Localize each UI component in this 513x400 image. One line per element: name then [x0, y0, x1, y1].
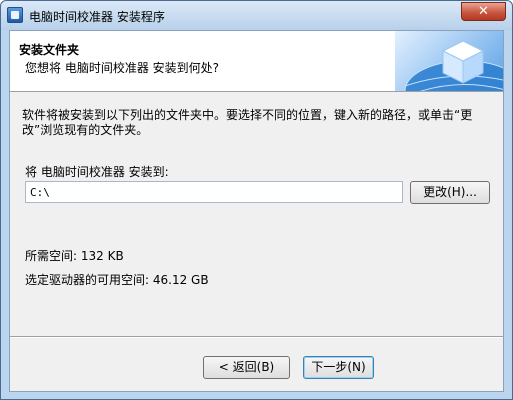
description-text: 软件将被安装到以下列出的文件夹中。要选择不同的位置，键入新的路径，或单击“更改”… [22, 108, 473, 137]
window-title: 电脑时间校准器 安装程序 [29, 10, 165, 24]
close-icon: ✕ [478, 4, 489, 19]
dialog-client-area: 安装文件夹 您想将 电脑时间校准器 安装到何处? 软件将被安装到以下列出的文件夹… [9, 30, 504, 392]
installer-app-icon [7, 7, 23, 23]
title-bar[interactable]: 电脑时间校准器 安装程序 ✕ [1, 1, 512, 30]
next-button[interactable]: 下一步(N) [303, 356, 374, 379]
close-button[interactable]: ✕ [461, 2, 506, 21]
header-title: 安装文件夹 [19, 43, 80, 57]
change-folder-button[interactable]: 更改(H)... [410, 181, 490, 204]
installer-window: 电脑时间校准器 安装程序 ✕ 安装文件夹 您想将 电脑时间校准器 安装到何处? … [0, 0, 513, 400]
install-path-input[interactable] [25, 181, 403, 203]
wizard-header: 安装文件夹 您想将 电脑时间校准器 安装到何处? [10, 31, 503, 92]
available-space-text: 选定驱动器的可用空间: 46.12 GB [25, 273, 209, 287]
footer-divider [10, 336, 503, 338]
globe-cube-icon [395, 31, 503, 91]
back-button[interactable]: < 返回(B) [203, 356, 290, 379]
install-location-label: 将 电脑时间校准器 安装到: [25, 165, 169, 179]
required-space-text: 所需空间: 132 KB [25, 249, 124, 263]
header-subtitle: 您想将 电脑时间校准器 安装到何处? [25, 61, 219, 75]
